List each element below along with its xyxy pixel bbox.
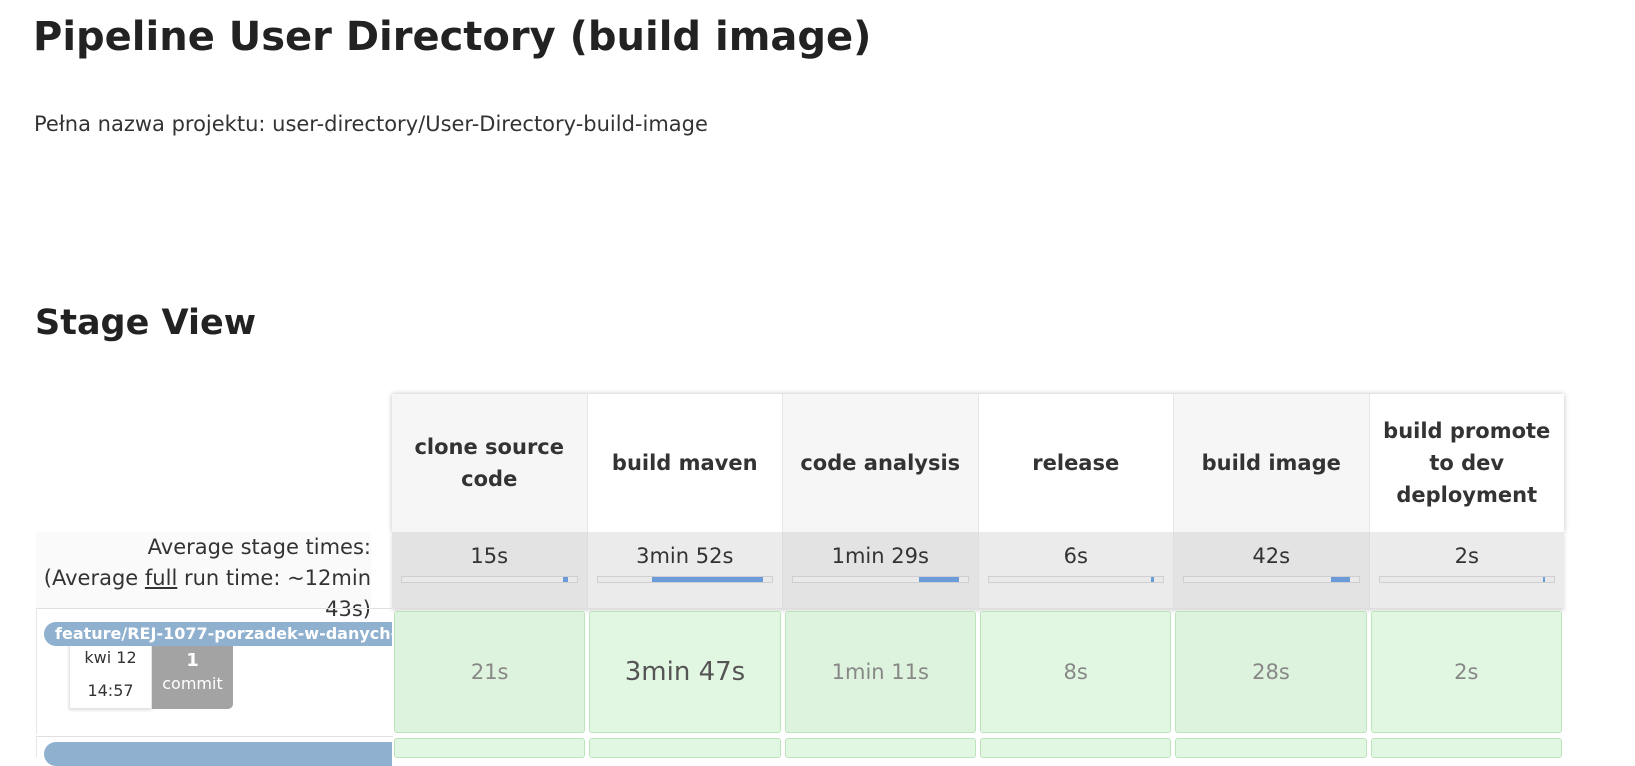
stage-cell-build-maven[interactable]: 3min 47s [589,611,781,733]
stage-cell-build-promote[interactable]: 2s [1370,611,1562,733]
avg-time-value: 6s [1063,544,1088,568]
avg-time-value: 42s [1252,544,1291,568]
project-full-name: Pełna nazwa projektu: user-directory/Use… [34,112,708,136]
avg-time-value: 1min 29s [831,544,929,568]
avg-time-bar [401,576,578,583]
avg-time-bar-fill [1330,577,1350,582]
run-date-time: 14:57 [87,681,134,700]
run-stage-cells: 21s 3min 47s 1min 11s 8s 28s 2s [392,608,1564,736]
avg-time-bar [596,576,773,583]
avg-time-bar-fill [651,577,764,582]
next-stage-cell[interactable] [1175,738,1367,758]
next-run-stage-cells [392,738,1564,758]
stage-header-release[interactable]: release [977,394,1174,532]
avg-time-value: 3min 52s [636,544,734,568]
stage-cell-clone-source-code[interactable]: 21s [394,611,586,733]
stage-cell-build-image[interactable]: 28s [1175,611,1367,733]
average-stage-times-label: Average stage times: (Average full run t… [36,532,371,621]
stage-cell-release[interactable]: 8s [979,611,1172,733]
stage-header-code-analysis[interactable]: code analysis [782,394,978,532]
avg-time-bar-fill [1542,577,1546,582]
avg-cell: 15s [392,532,587,608]
run-date[interactable]: kwi 12 14:57 [69,640,152,709]
stage-header-clone-source-code[interactable]: clone source code [392,394,587,532]
avg-cell: 2s [1368,532,1564,608]
stage-view-title: Stage View [35,303,257,343]
run-row-divider [36,608,392,609]
avg-cell: 3min 52s [586,532,782,608]
average-run-prefix: (Average [43,566,145,590]
next-stage-cell[interactable] [394,738,586,758]
avg-cell: 42s [1173,532,1369,608]
avg-time-bar-fill [918,577,959,582]
stage-header-build-promote[interactable]: build promote to dev deployment [1368,394,1565,532]
next-stage-cell[interactable] [589,738,781,758]
avg-time-bar [987,576,1164,583]
avg-cell: 6s [977,532,1173,608]
stage-header-row: clone source code build maven code analy… [392,394,1564,532]
average-times-row: 15s 3min 52s 1min 29s 6s 42s 2s [392,532,1564,608]
next-branch-badge[interactable] [44,742,392,766]
next-stage-cell[interactable] [784,738,976,758]
avg-time-value: 15s [470,544,509,568]
full-run-link[interactable]: full [145,566,177,590]
avg-time-bar-fill [562,577,568,582]
page-title: Pipeline User Directory (build image) [33,14,872,60]
commit-badge[interactable]: 1 commit [152,640,233,709]
next-stage-cell[interactable] [979,738,1172,758]
avg-time-bar-fill [1150,577,1155,582]
avg-time-bar [792,576,969,583]
average-stage-times-text: Average stage times: [147,535,371,559]
commit-label: commit [162,674,223,693]
avg-time-value: 2s [1454,544,1479,568]
stage-header-build-maven[interactable]: build maven [586,394,783,532]
avg-time-bar [1378,576,1555,583]
stage-header-build-image[interactable]: build image [1173,394,1369,532]
avg-time-bar [1183,576,1360,583]
branch-badge[interactable]: feature/REJ-1077-porzadek-w-danych-mock [44,622,392,646]
stage-cell-code-analysis[interactable]: 1min 11s [784,611,976,733]
avg-cell: 1min 29s [782,532,978,608]
next-stage-cell[interactable] [1370,738,1562,758]
